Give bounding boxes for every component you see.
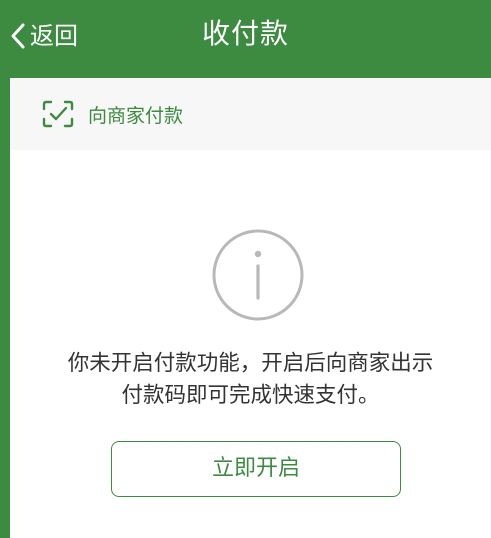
notice-message: 你未开启付款功能，开启后向商家出示 付款码即可完成快速支付。 xyxy=(30,348,471,412)
nav-header: 返回 收付款 xyxy=(0,0,491,78)
scan-icon xyxy=(40,96,76,132)
payment-page: 返回 收付款 向商家付款 你未开启付款功能，开启后向商家出示 付款码即可完成快速… xyxy=(0,0,491,538)
pay-merchant-row[interactable]: 向商家付款 xyxy=(10,78,491,150)
pay-merchant-label: 向商家付款 xyxy=(88,104,184,127)
page-title: 收付款 xyxy=(201,17,289,50)
info-icon xyxy=(211,228,305,322)
enable-now-button[interactable]: 立即开启 xyxy=(111,441,401,497)
notice-line-2: 付款码即可完成快速支付。 xyxy=(121,383,380,408)
main-content: 你未开启付款功能，开启后向商家出示 付款码即可完成快速支付。 立即开启 xyxy=(10,150,491,538)
notice-line-1: 你未开启付款功能，开启后向商家出示 xyxy=(67,351,434,376)
left-edge xyxy=(0,78,10,538)
